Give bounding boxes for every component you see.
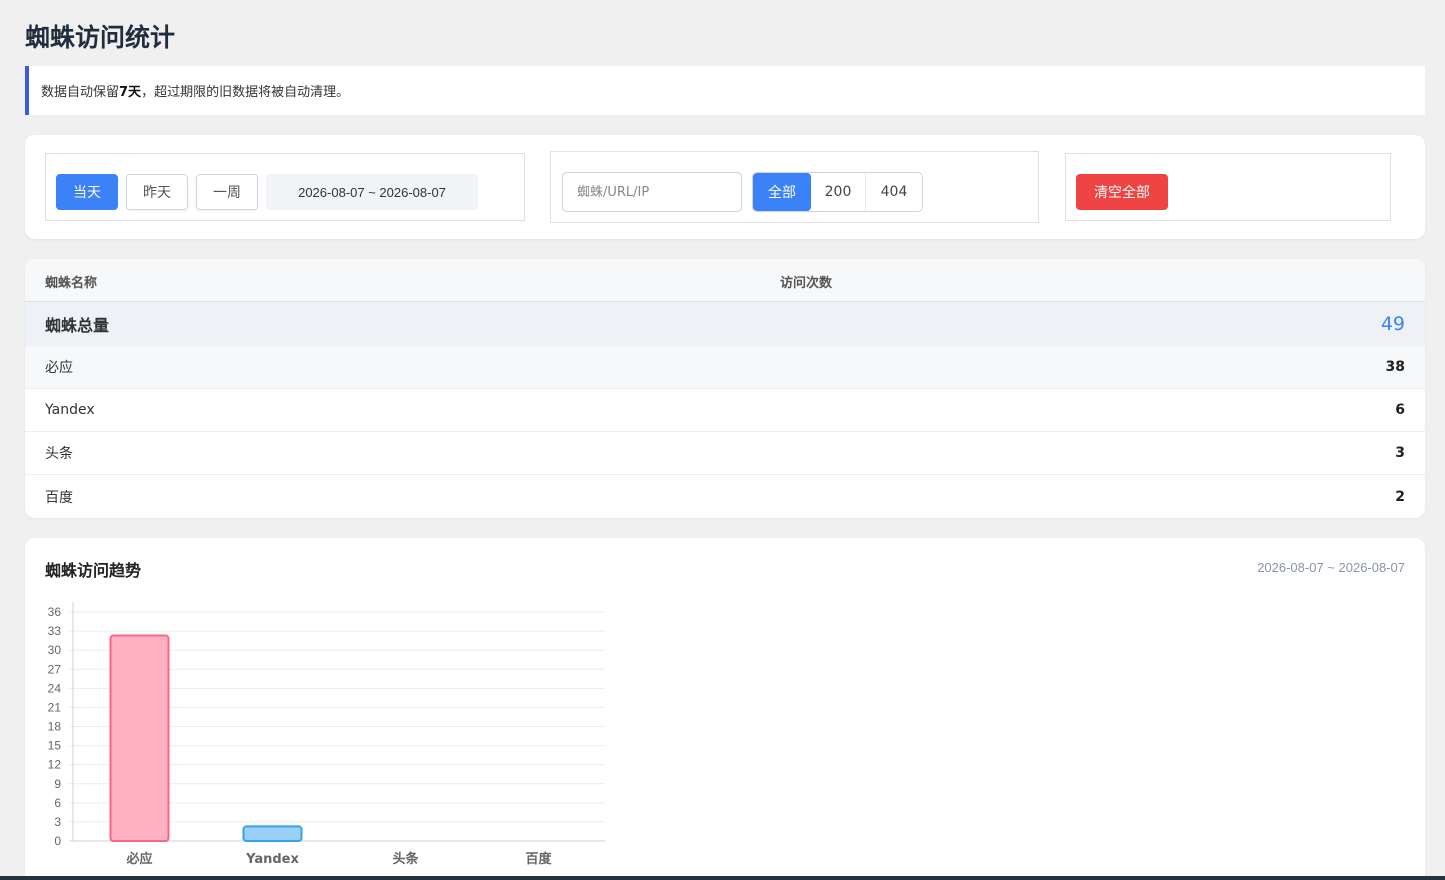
actions-group: 清空全部: [1065, 153, 1391, 221]
date-filter-group: 当天 昨天 一周 2026-08-07 ~ 2026-08-07: [45, 153, 525, 221]
header-spider-name: 蜘蛛名称: [45, 276, 98, 291]
bar: [242, 825, 303, 843]
trend-chart-card: 蜘蛛访问趋势 2026-08-07 ~ 2026-08-07 0 3 6 9 12 15 1…: [25, 538, 1425, 880]
clear-all-button[interactable]: 清空全部: [1076, 174, 1168, 210]
search-input[interactable]: [562, 172, 742, 212]
row-visit-count: 3: [1395, 445, 1405, 461]
date-range-picker[interactable]: 2026-08-07 ~ 2026-08-07: [266, 174, 478, 210]
page-title: 蜘蛛访问统计: [25, 23, 176, 52]
y-tick-label: 24: [48, 681, 62, 695]
bottom-scrollbar: [0, 876, 1445, 880]
notice-suffix: ，超过期限的旧数据将被自动清理。: [141, 85, 350, 100]
y-tick-label: 33: [48, 624, 62, 638]
y-tick-label: 0: [54, 834, 61, 848]
x-tick-label: Yandex: [245, 852, 299, 867]
row-visit-count: 2: [1395, 488, 1405, 505]
week-button[interactable]: 一周: [196, 174, 258, 210]
total-row: 蜘蛛总量 49: [25, 302, 1425, 346]
header-visit-count: 访问次数: [780, 276, 833, 291]
y-tick-label: 21: [48, 700, 62, 714]
notice-highlight: 7天: [119, 85, 142, 100]
total-value: 49: [1380, 312, 1405, 335]
row-visit-count: 6: [1395, 402, 1405, 418]
y-tick-label: 12: [48, 758, 62, 772]
row-spider-name: 百度: [45, 489, 73, 506]
y-tick-label: 9: [54, 777, 61, 791]
search-filter-group: 全部 200 404: [550, 151, 1039, 223]
bar-chart: 0369121518212427303336必应 Yandex 头条 百度: [48, 602, 605, 867]
x-tick-label: 百度: [525, 851, 552, 867]
row-spider-name: Yandex: [45, 402, 95, 418]
x-tick-label: 必应: [125, 851, 152, 867]
chart-date-range: 2026-08-07 ~ 2026-08-07: [1257, 560, 1405, 575]
row-spider-name: 必应: [45, 360, 73, 376]
today-button[interactable]: 当天: [56, 174, 118, 210]
bar: [109, 634, 170, 842]
y-tick-label: 27: [48, 662, 62, 676]
y-tick-label: 6: [54, 796, 61, 810]
total-label: 蜘蛛总量: [45, 315, 110, 335]
row-visit-count: 38: [1385, 359, 1405, 375]
y-tick-label: 36: [48, 605, 62, 619]
table-row: 必应 38: [25, 346, 1425, 389]
retention-notice: 数据自动保留 7天 ，超过期限的旧数据将被自动清理。: [25, 66, 1425, 115]
table-row: Yandex 6: [25, 389, 1425, 432]
status-tab-all[interactable]: 全部: [753, 173, 811, 211]
spider-stats-table: 蜘蛛名称 访问次数 蜘蛛总量 49 必应 38 Yandex 6 头条 3 百度…: [25, 259, 1425, 518]
y-tick-label: 18: [48, 720, 62, 734]
row-spider-name: 头条: [45, 446, 73, 462]
status-segmented-control: 全部 200 404: [752, 172, 923, 212]
y-tick-label: 15: [48, 739, 62, 753]
filter-panel: 当天 昨天 一周 2026-08-07 ~ 2026-08-07 全部 200 …: [25, 135, 1425, 239]
yesterday-button[interactable]: 昨天: [126, 174, 188, 210]
x-tick-label: 头条: [392, 851, 419, 867]
chart-title: 蜘蛛访问趋势: [45, 561, 142, 580]
table-header: 蜘蛛名称 访问次数: [25, 259, 1425, 302]
notice-prefix: 数据自动保留: [41, 85, 120, 100]
y-tick-label: 3: [54, 815, 61, 829]
table-row: 头条 3: [25, 432, 1425, 475]
table-row: 百度 2: [25, 475, 1425, 518]
status-tab-404[interactable]: 404: [866, 173, 922, 211]
y-tick-label: 30: [48, 643, 62, 657]
status-tab-200[interactable]: 200: [811, 173, 866, 211]
